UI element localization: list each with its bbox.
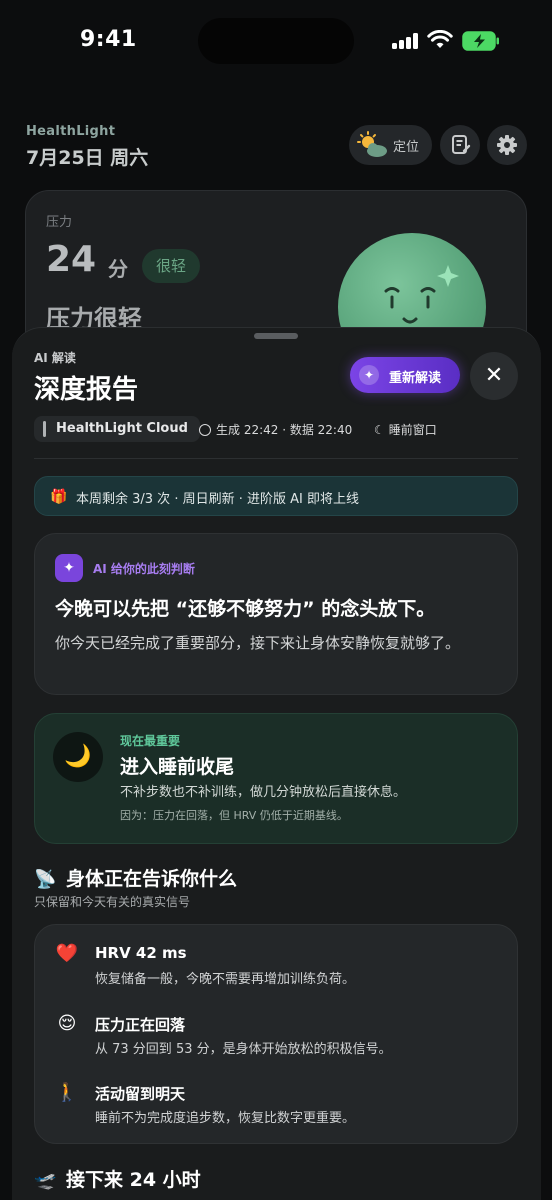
reread-button[interactable]: ✦ 重新解读 <box>350 357 460 393</box>
signal-desc: 恢复储备一般，今晚不需要再增加训练负荷。 <box>95 972 356 987</box>
judgement-tag: AI 给你的此刻判断 <box>93 562 195 576</box>
source-label: HealthLight Cloud <box>56 421 188 436</box>
clock-icon <box>199 424 211 436</box>
journal-icon <box>452 135 471 154</box>
report-meta: HealthLight Cloud 生成 22:42 · 数据 22:40 ☾ 睡… <box>34 416 524 442</box>
judgement-body: 你今天已经完成了重要部分，接下来让身体安静恢复就够了。 <box>55 634 461 652</box>
signal-item: 🚶 活动留到明天 睡前不为完成度追步数，恢复比数字更重要。 <box>55 1082 495 1132</box>
signals-section-subtitle: 只保留和今天有关的真实信号 <box>34 895 191 909</box>
quota-text: 本周剩余 3/3 次 · 周日刷新 · 进阶版 AI 即将上线 <box>76 492 359 507</box>
next-section-title: 🛫 接下来 24 小时 <box>34 1169 201 1191</box>
journal-button[interactable] <box>440 125 480 165</box>
signal-desc: 睡前不为完成度追步数，恢复比数字更重要。 <box>95 1111 356 1126</box>
stress-level-chip: 很轻 <box>142 249 201 283</box>
divider <box>34 458 518 459</box>
airplane-icon: 🛫 <box>34 1170 57 1191</box>
stress-unit: 分 <box>108 257 128 281</box>
signals-section-title: 📡 身体正在告诉你什么 <box>34 868 238 890</box>
reread-label: 重新解读 <box>389 371 442 386</box>
cellular-signal-icon <box>392 33 420 49</box>
battery-charging-icon <box>462 31 499 51</box>
focus-tag: 现在最重要 <box>120 734 181 748</box>
ai-judgement-card: ✦ AI 给你的此刻判断 今晚可以先把 “还够不够努力” 的念头放下。 你今天已… <box>34 533 518 695</box>
moon-icon: ☾ <box>374 423 385 437</box>
partly-cloudy-icon <box>357 131 387 157</box>
sheet-grabber[interactable] <box>254 333 298 339</box>
time-window: ☾ 睡前窗口 <box>374 421 437 438</box>
report-sheet: AI 解读 深度报告 ✦ 重新解读 ✕ HealthLight Cloud 生成… <box>12 327 541 1200</box>
close-button[interactable]: ✕ <box>470 352 518 400</box>
signal-title: HRV 42 ms <box>95 944 187 962</box>
sheet-eyebrow: AI 解读 <box>34 351 76 365</box>
settings-button[interactable] <box>487 125 527 165</box>
relieved-face-icon: 😌 <box>57 1013 77 1034</box>
stress-score: 24 <box>46 239 97 280</box>
date-label: 7月25日 周六 <box>26 147 149 169</box>
signal-title: 活动留到明天 <box>95 1085 186 1103</box>
heart-icon: ❤️ <box>55 943 79 964</box>
sparkle-icon: ✦ <box>359 365 379 385</box>
source-badge: HealthLight Cloud <box>34 416 200 442</box>
brand-label: HealthLight <box>26 124 116 139</box>
focus-reason: 因为：压力在回落，但 HRV 仍低于近期基线。 <box>120 809 348 822</box>
signal-title: 压力正在回落 <box>95 1016 186 1034</box>
gift-icon: 🎁 <box>50 489 68 505</box>
crescent-moon-icon: 🌙 <box>53 732 103 782</box>
signal-item: ❤️ HRV 42 ms 恢复储备一般，今晚不需要再增加训练负荷。 <box>55 943 495 993</box>
generated-time: 生成 22:42 · 数据 22:40 <box>199 421 352 438</box>
satellite-dish-icon: 📡 <box>34 869 57 890</box>
source-indicator <box>43 421 46 437</box>
wifi-icon <box>427 30 453 48</box>
time-window-label: 睡前窗口 <box>388 423 437 437</box>
sheet-title: 深度报告 <box>34 375 139 405</box>
generated-label: 生成 22:42 · 数据 22:40 <box>216 423 353 437</box>
status-bar: 9:41 <box>0 0 552 80</box>
signal-desc: 从 73 分回到 53 分，是身体开始放松的积极信号。 <box>95 1042 392 1057</box>
status-time: 9:41 <box>80 27 137 52</box>
focus-card: 🌙 现在最重要 进入睡前收尾 不补步数也不补训练，做几分钟放松后直接休息。 因为… <box>34 713 518 844</box>
close-icon: ✕ <box>484 363 504 388</box>
dynamic-island <box>198 18 354 64</box>
signals-list: ❤️ HRV 42 ms 恢复储备一般，今晚不需要再增加训练负荷。 😌 压力正在… <box>34 924 518 1144</box>
gear-icon <box>497 135 517 155</box>
focus-desc: 不补步数也不补训练，做几分钟放松后直接休息。 <box>120 785 407 800</box>
sparkle-icon: ✦ <box>55 554 83 582</box>
walking-person-icon: 🚶 <box>55 1082 79 1103</box>
judgement-headline: 今晚可以先把 “还够不够努力” 的念头放下。 <box>55 598 436 620</box>
stress-label: 压力 <box>46 215 73 230</box>
focus-title: 进入睡前收尾 <box>120 756 235 778</box>
location-button[interactable]: 定位 <box>349 125 432 165</box>
quota-banner: 🎁 本周剩余 3/3 次 · 周日刷新 · 进阶版 AI 即将上线 <box>34 476 518 516</box>
location-label: 定位 <box>393 140 420 155</box>
signal-item: 😌 压力正在回落 从 73 分回到 53 分，是身体开始放松的积极信号。 <box>55 1013 495 1063</box>
